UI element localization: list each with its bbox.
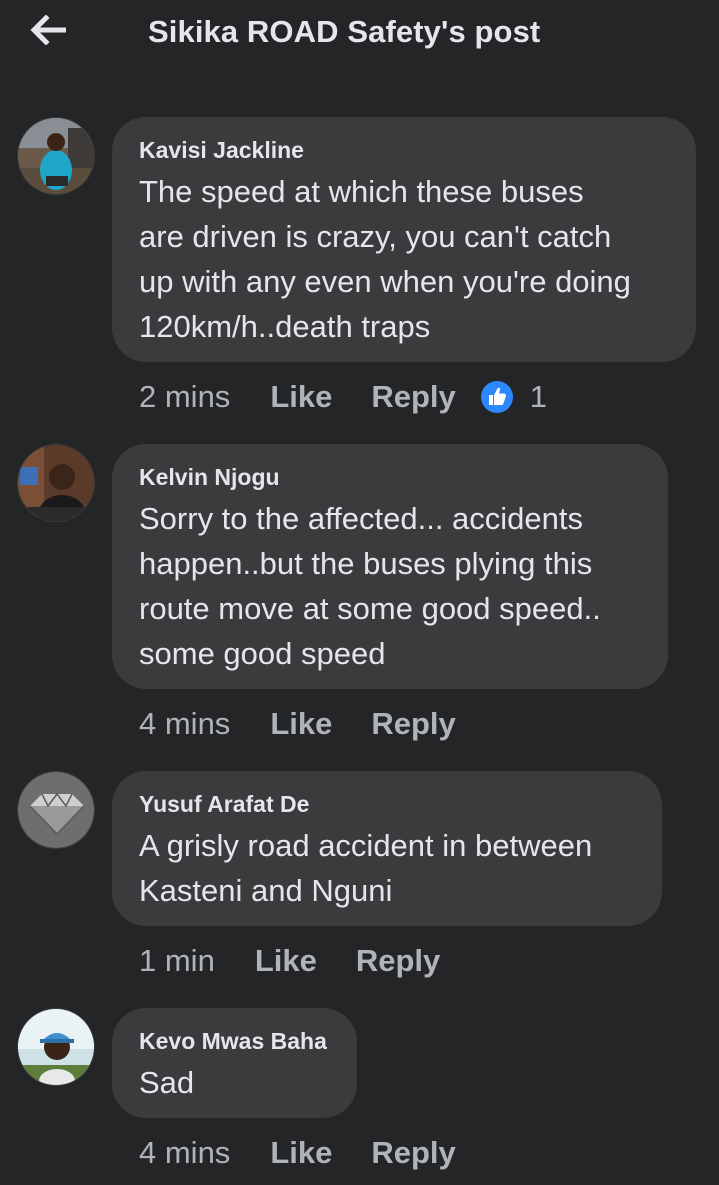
comment-author[interactable]: Kavisi Jackline xyxy=(139,137,670,163)
avatar-photo xyxy=(18,445,94,521)
comment-bubble[interactable]: Kevo Mwas Baha Sad xyxy=(112,1008,357,1118)
comment-bubble[interactable]: Kavisi Jackline The speed at which these… xyxy=(112,117,696,362)
comment-text: The speed at which these buses are drive… xyxy=(139,174,631,344)
avatar[interactable] xyxy=(17,444,95,522)
reply-button[interactable]: Reply xyxy=(371,1135,455,1171)
top-bar: Sikika ROAD Safety's post xyxy=(0,0,719,70)
comment-time: 4 mins xyxy=(139,706,231,741)
like-button[interactable]: Like xyxy=(255,943,317,979)
comment-actions: 4 mins Like Reply xyxy=(139,704,456,744)
like-button[interactable]: Like xyxy=(270,379,332,415)
like-button[interactable]: Like xyxy=(270,1135,332,1171)
reply-button[interactable]: Reply xyxy=(371,706,455,742)
comment-text: Sorry to the affected... accidents happe… xyxy=(139,501,601,671)
avatar[interactable] xyxy=(17,1008,95,1086)
like-button[interactable]: Like xyxy=(270,706,332,742)
comment-actions: 4 mins Like Reply xyxy=(139,1133,456,1173)
thumbs-up-icon xyxy=(480,381,513,413)
comment-time: 4 mins xyxy=(139,1135,231,1170)
comment-text: Sad xyxy=(139,1065,195,1100)
reply-button[interactable]: Reply xyxy=(371,379,455,415)
comment-author[interactable]: Kevo Mwas Baha xyxy=(139,1028,331,1054)
reaction-summary[interactable]: 1 xyxy=(480,379,547,415)
post-comments-screen: Sikika ROAD Safety's post Kavisi Jacklin… xyxy=(0,0,719,1185)
comment-actions: 1 min Like Reply xyxy=(139,941,440,981)
avatar-photo xyxy=(18,1009,94,1085)
reply-button[interactable]: Reply xyxy=(356,943,440,979)
comment-author[interactable]: Kelvin Njogu xyxy=(139,464,642,490)
comment-bubble[interactable]: Kelvin Njogu Sorry to the affected... ac… xyxy=(112,444,668,689)
comment-text: A grisly road accident in between Kasten… xyxy=(139,828,593,908)
comment-actions: 2 mins Like Reply 1 xyxy=(139,377,547,417)
reaction-count: 1 xyxy=(529,379,548,414)
comment-bubble[interactable]: Yusuf Arafat De A grisly road accident i… xyxy=(112,771,662,926)
avatar[interactable] xyxy=(17,117,95,195)
page-title: Sikika ROAD Safety's post xyxy=(148,14,541,49)
back-button[interactable] xyxy=(26,10,70,50)
avatar[interactable] xyxy=(17,771,95,849)
comment-time: 1 min xyxy=(139,943,215,978)
comment-time: 2 mins xyxy=(139,379,231,414)
avatar-photo xyxy=(18,772,94,848)
arrow-left-icon xyxy=(30,15,66,45)
comment-author[interactable]: Yusuf Arafat De xyxy=(139,791,636,817)
avatar-photo xyxy=(18,118,94,194)
